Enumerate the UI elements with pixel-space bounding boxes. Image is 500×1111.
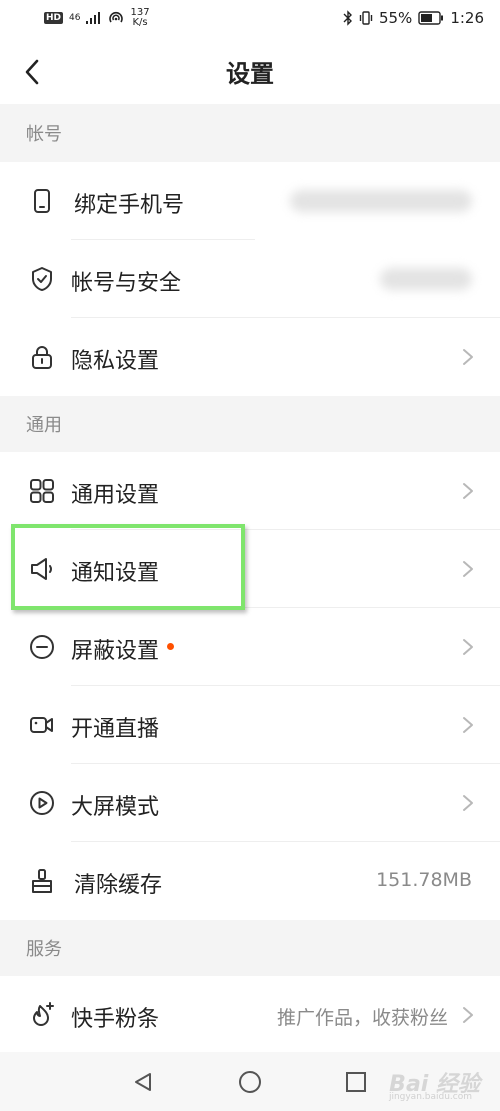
account-info-blurred [380, 268, 472, 290]
row-label: 快手粉条 [71, 1007, 160, 1032]
row-open-live[interactable]: 开通直播 [0, 686, 500, 764]
row-bind-phone[interactable]: 绑定手机号 [0, 162, 500, 240]
status-left: HD 46 137 K/s [44, 8, 150, 28]
title-bar: 设置 [0, 40, 500, 104]
new-badge-dot [167, 642, 175, 650]
vibrate-icon [359, 11, 373, 25]
bluetooth-icon [343, 10, 352, 26]
section-header-service: 服务 [0, 920, 500, 976]
network-type: 46 [69, 12, 81, 23]
row-label: 帐号与安全 [71, 271, 182, 296]
battery-percent: 55% [378, 9, 413, 27]
row-privacy-settings[interactable]: 隐私设置 [0, 318, 500, 396]
nav-recents-button[interactable] [343, 1069, 369, 1095]
row-label: 清除缓存 [74, 873, 163, 898]
system-nav-bar: Bai 经验 jingyan.baidu.com [0, 1052, 500, 1111]
promo-text: 推广作品，收获粉丝 [276, 1007, 448, 1029]
row-label: 通知设置 [71, 561, 160, 586]
row-general-settings[interactable]: 通用设置 [0, 452, 500, 530]
hotspot-icon [109, 11, 124, 23]
status-right: 55% 1:26 [343, 9, 484, 27]
circle-home-icon [239, 1071, 261, 1093]
grid-icon [30, 479, 54, 503]
video-camera-icon [30, 717, 53, 733]
chevron-right-icon [463, 483, 473, 499]
fire-plus-icon [33, 1002, 54, 1026]
row-account-security[interactable]: 帐号与安全 [0, 240, 500, 318]
shield-icon [32, 267, 52, 291]
back-button[interactable] [14, 54, 50, 90]
play-icon [30, 791, 54, 815]
net-speed-unit: K/s [132, 17, 148, 28]
nav-home-button[interactable] [237, 1069, 263, 1095]
triangle-back-icon [135, 1073, 151, 1091]
row-clear-cache[interactable]: 清除缓存 151.78MB [0, 842, 500, 920]
square-recents-icon [346, 1072, 366, 1092]
row-label-with-dot: 屏蔽设置 [71, 633, 175, 665]
hd-badge: HD [44, 12, 64, 24]
cache-size-value: 151.78MB [376, 869, 472, 891]
row-big-screen-mode[interactable]: 大屏模式 [0, 764, 500, 842]
row-kuaishou-fans[interactable]: 快手粉条 推广作品，收获粉丝 [0, 976, 500, 1054]
chevron-right-icon [463, 795, 473, 811]
nav-back-button[interactable] [130, 1069, 156, 1095]
chevron-left-icon [25, 59, 39, 85]
section-header-account: 帐号 [0, 104, 500, 162]
page-title: 设置 [226, 60, 274, 88]
row-label: 屏蔽设置 [71, 639, 160, 664]
chevron-right-icon [463, 717, 473, 733]
status-bar: HD 46 137 K/s 55% 1:26 [0, 0, 500, 40]
speaker-icon [31, 558, 52, 580]
row-label: 通用设置 [71, 483, 160, 508]
baidu-watermark-url: jingyan.baidu.com [388, 1092, 472, 1102]
battery-icon [418, 11, 444, 25]
row-label: 绑定手机号 [74, 193, 185, 218]
chevron-right-icon [463, 1007, 473, 1023]
row-label: 开通直播 [71, 717, 160, 742]
clock: 1:26 [450, 9, 484, 27]
row-block-settings[interactable]: 屏蔽设置 [0, 608, 500, 686]
broom-icon [32, 869, 52, 893]
signal-icon [86, 12, 101, 24]
phone-icon [34, 189, 50, 213]
row-label: 隐私设置 [71, 349, 160, 374]
net-speed: 137 K/s [130, 8, 149, 28]
section-header-general: 通用 [0, 396, 500, 452]
lock-icon [32, 346, 52, 369]
chevron-right-icon [463, 349, 473, 365]
row-label: 大屏模式 [71, 795, 160, 820]
chevron-right-icon [463, 639, 473, 655]
row-notification-settings[interactable]: 通知设置 [0, 530, 500, 608]
phone-number-blurred [290, 190, 472, 212]
block-icon [30, 635, 54, 659]
chevron-right-icon [463, 561, 473, 577]
